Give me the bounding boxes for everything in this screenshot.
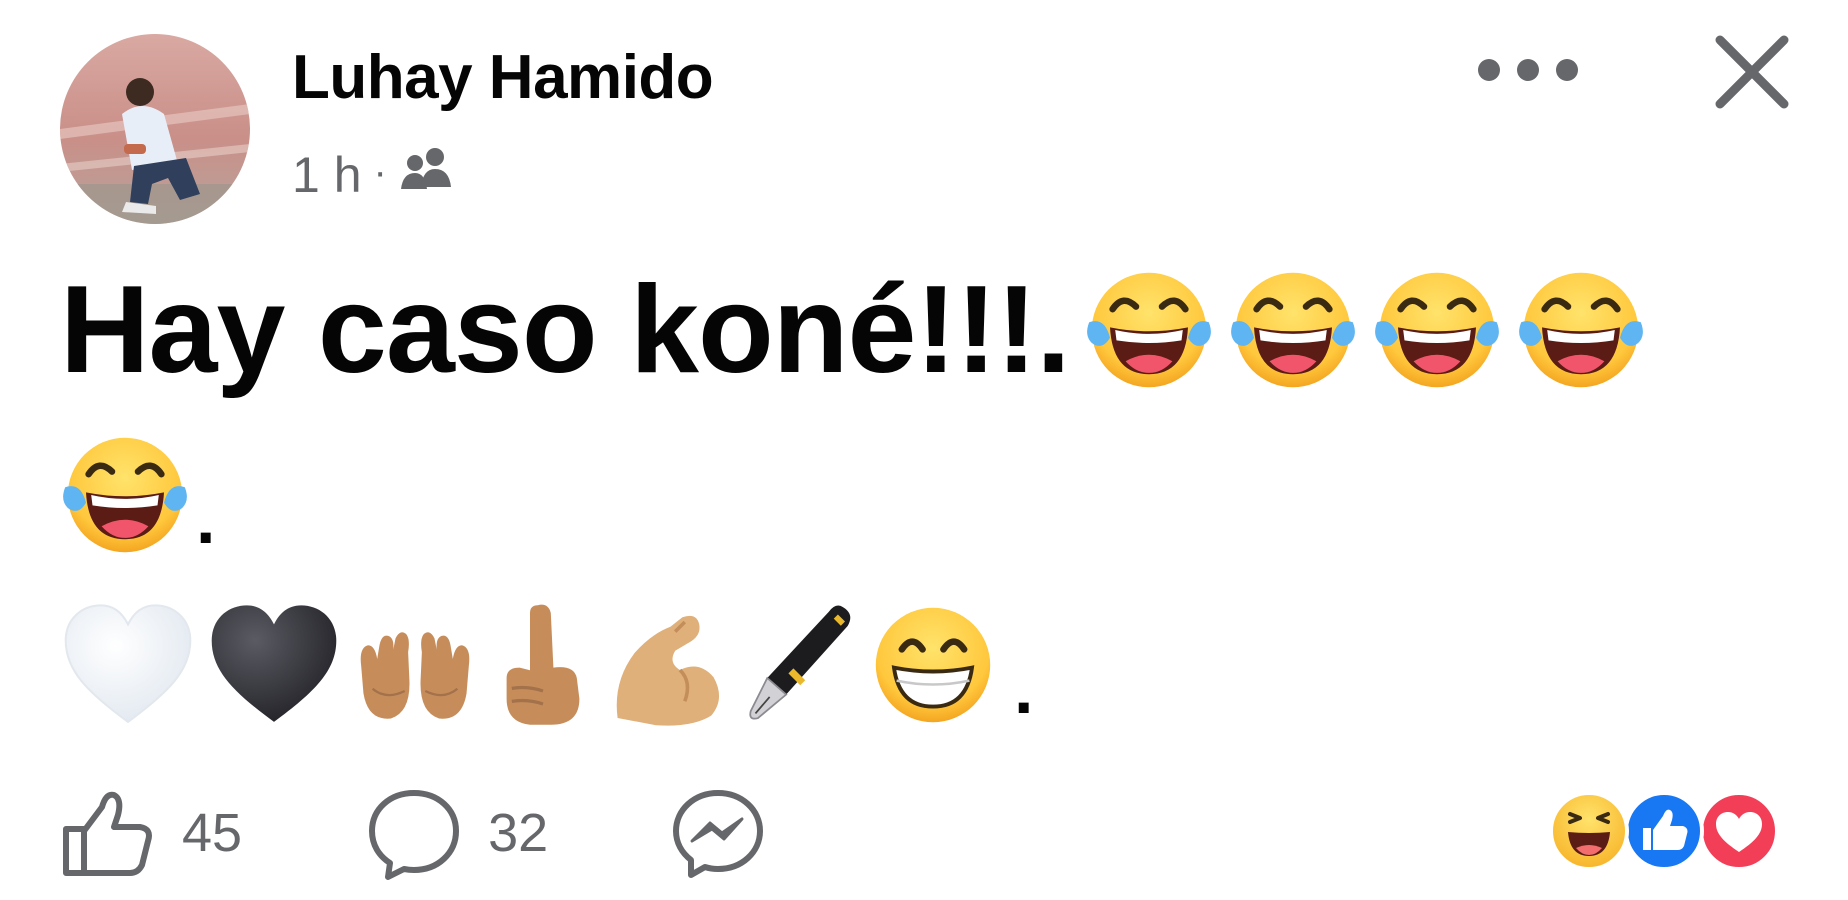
- beaming-face-emoji: [868, 600, 998, 730]
- flexed-biceps-emoji: [608, 610, 728, 730]
- messenger-icon: [673, 790, 764, 878]
- reaction-summary[interactable]: [1548, 790, 1780, 872]
- author-avatar[interactable]: [60, 34, 250, 224]
- post-actions-bar: 45 32: [60, 785, 766, 881]
- tears-of-joy-emoji: [1372, 265, 1502, 395]
- index-pointing-up-emoji: [488, 600, 598, 730]
- post-text-line-3: .: [60, 590, 1033, 730]
- more-options-button[interactable]: [1478, 50, 1578, 90]
- comment-bubble-icon: [369, 790, 460, 880]
- author-name[interactable]: Luhay Hamido: [292, 42, 714, 113]
- tears-of-joy-emoji: [60, 430, 190, 560]
- love-reaction-icon: [1699, 791, 1779, 871]
- like-count: 45: [182, 803, 243, 863]
- close-icon[interactable]: [1708, 28, 1796, 116]
- palms-up-together-emoji: [352, 620, 478, 730]
- tears-of-joy-emoji: [1516, 265, 1646, 395]
- comment-count: 32: [488, 803, 549, 863]
- tears-of-joy-emoji: [1228, 265, 1358, 395]
- fountain-pen-emoji: [738, 600, 858, 730]
- tears-of-joy-emoji: [1084, 265, 1214, 395]
- thumbs-up-icon: [63, 791, 152, 876]
- post-meta: 1 h ·: [292, 145, 455, 205]
- meta-separator: ·: [373, 149, 387, 194]
- more-dot: [1517, 59, 1539, 81]
- haha-reaction-icon: [1549, 791, 1629, 871]
- white-heart-emoji: [60, 600, 196, 730]
- post-timestamp[interactable]: 1 h: [292, 146, 362, 204]
- black-heart-emoji: [206, 600, 342, 730]
- post-text-line-1: Hay caso koné!!!.: [60, 255, 1646, 405]
- more-dot: [1556, 59, 1578, 81]
- messenger-share-button[interactable]: [670, 785, 766, 881]
- period-text: .: [1014, 650, 1034, 728]
- like-reaction-icon: [1624, 791, 1704, 871]
- period-text: .: [196, 480, 216, 558]
- comment-button[interactable]: 32: [366, 785, 548, 881]
- like-button[interactable]: 45: [60, 785, 242, 881]
- more-dot: [1478, 59, 1500, 81]
- post-text: Hay caso koné!!!.: [60, 261, 1071, 399]
- facebook-post: Luhay Hamido 1 h · Hay caso koné!!!. . .…: [0, 0, 1848, 900]
- friends-icon[interactable]: [399, 145, 455, 205]
- post-text-line-2: .: [60, 430, 215, 560]
